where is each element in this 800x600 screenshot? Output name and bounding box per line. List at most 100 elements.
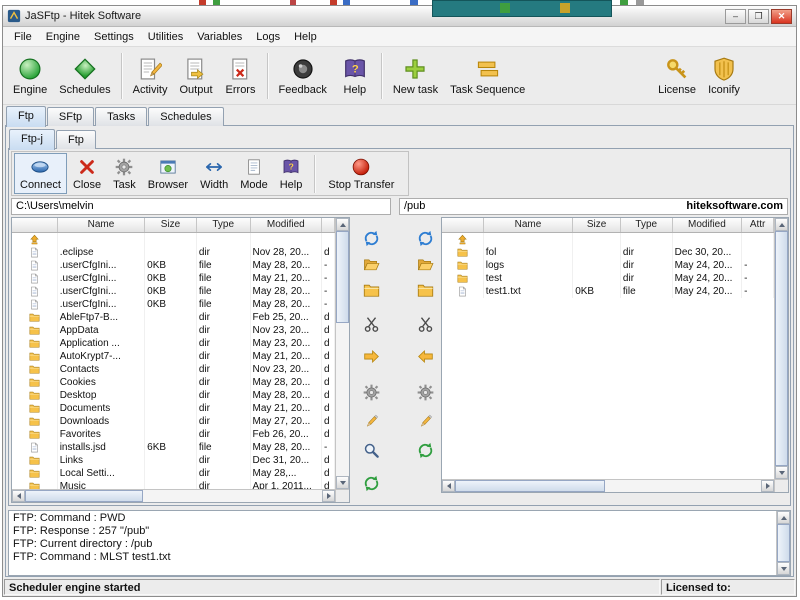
file-row[interactable]: DownloadsdirMay 27, 20...d — [12, 415, 335, 428]
file-row[interactable]: ContactsdirNov 23, 20...d — [12, 363, 335, 376]
column-header[interactable] — [12, 218, 58, 232]
menu-item-help[interactable]: Help — [287, 29, 324, 45]
tab-tasks[interactable]: Tasks — [95, 107, 147, 126]
view-button[interactable] — [360, 443, 382, 463]
menu-item-utilities[interactable]: Utilities — [141, 29, 190, 45]
file-row[interactable]: .userCfgIni...0KBfileMay 28, 20...- — [12, 298, 335, 311]
file-row[interactable]: installs.jsd6KBfileMay 28, 20...- — [12, 441, 335, 454]
connect-button[interactable]: Connect — [14, 153, 67, 194]
column-header[interactable]: Attr — [742, 218, 774, 232]
vertical-scrollbar[interactable] — [776, 511, 790, 575]
scroll-right-button[interactable] — [322, 490, 335, 502]
file-row[interactable]: MusicdirApr 1, 2011...d — [12, 480, 335, 489]
activity-button[interactable]: Activity — [127, 50, 174, 102]
column-header[interactable]: Type — [197, 218, 251, 232]
folder-open-button[interactable] — [414, 257, 436, 277]
help-button[interactable]: ?Help — [274, 153, 309, 194]
scrollbar-thumb[interactable] — [455, 480, 605, 492]
gear-button[interactable] — [414, 385, 436, 405]
file-row[interactable]: LinksdirDec 31, 20...d — [12, 454, 335, 467]
browser-button[interactable]: Browser — [142, 153, 194, 194]
parent-dir-row[interactable] — [442, 233, 774, 246]
arrow-left-button[interactable] — [414, 349, 436, 369]
scrollbar-thumb[interactable] — [25, 490, 143, 502]
menu-item-file[interactable]: File — [7, 29, 39, 45]
schedules-button[interactable]: Schedules — [53, 50, 116, 102]
tab-ftp[interactable]: Ftp — [6, 106, 46, 127]
horizontal-scrollbar[interactable] — [442, 479, 774, 492]
task-button[interactable]: Task — [107, 153, 142, 194]
task-sequence-button[interactable]: Task Sequence — [444, 50, 531, 102]
file-row[interactable]: Application ...dirMay 23, 20...d — [12, 337, 335, 350]
menu-item-engine[interactable]: Engine — [39, 29, 87, 45]
engine-button[interactable]: Engine — [7, 50, 53, 102]
feedback-button[interactable]: Feedback — [273, 50, 333, 102]
mode-button[interactable]: Mode — [234, 153, 274, 194]
tab-ftp-j[interactable]: Ftp-j — [9, 129, 55, 150]
scroll-down-button[interactable] — [777, 562, 790, 575]
folder-new-button[interactable] — [414, 283, 436, 303]
output-button[interactable]: Output — [173, 50, 218, 102]
file-row[interactable]: .userCfgIni...0KBfileMay 21, 20...- — [12, 272, 335, 285]
errors-button[interactable]: Errors — [219, 50, 263, 102]
sync-button[interactable] — [414, 231, 436, 251]
file-row[interactable]: DocumentsdirMay 21, 20...d — [12, 402, 335, 415]
scroll-down-button[interactable] — [336, 476, 349, 489]
stop-transfer-button[interactable]: Stop Transfer — [322, 153, 400, 194]
file-row[interactable]: AutoKrypt7-...dirMay 21, 20...d — [12, 350, 335, 363]
help-button[interactable]: ?Help — [333, 50, 377, 102]
sync-button[interactable] — [360, 231, 382, 251]
scrollbar-thumb[interactable] — [336, 231, 349, 323]
close-button[interactable]: Close — [67, 153, 107, 194]
file-row[interactable]: logsdirMay 24, 20...- — [442, 259, 774, 272]
file-row[interactable]: foldirDec 30, 20... — [442, 246, 774, 259]
column-header[interactable]: Name — [484, 218, 573, 232]
file-row[interactable]: FavoritesdirFeb 26, 20...d — [12, 428, 335, 441]
vertical-scrollbar[interactable] — [335, 218, 349, 489]
folder-new-button[interactable] — [360, 283, 382, 303]
remote-path-field[interactable]: /pub hiteksoftware.com — [399, 198, 788, 215]
column-header[interactable]: Size — [145, 218, 197, 232]
file-row[interactable]: testdirMay 24, 20...- — [442, 272, 774, 285]
file-row[interactable]: .eclipsedirNov 28, 20...d — [12, 246, 335, 259]
vertical-scrollbar[interactable] — [774, 218, 788, 479]
file-row[interactable]: DesktopdirMay 28, 20...d — [12, 389, 335, 402]
file-row[interactable]: CookiesdirMay 28, 20...d — [12, 376, 335, 389]
new-task-button[interactable]: New task — [387, 50, 444, 102]
file-row[interactable]: AppDatadirNov 23, 20...d — [12, 324, 335, 337]
menu-item-settings[interactable]: Settings — [87, 29, 141, 45]
file-row[interactable]: .userCfgIni...0KBfileMay 28, 20...- — [12, 259, 335, 272]
column-header[interactable]: Name — [58, 218, 145, 232]
arrow-right-button[interactable] — [360, 349, 382, 369]
tab-sftp[interactable]: SFtp — [47, 107, 94, 126]
maximize-button[interactable]: ❐ — [748, 9, 769, 24]
gear-button[interactable] — [360, 385, 382, 405]
file-row[interactable]: .userCfgIni...0KBfileMay 28, 20...- — [12, 285, 335, 298]
column-header[interactable]: Size — [573, 218, 621, 232]
menu-item-logs[interactable]: Logs — [249, 29, 287, 45]
license-button[interactable]: License — [652, 50, 702, 102]
tab-schedules[interactable]: Schedules — [148, 107, 223, 126]
local-path-field[interactable]: C:\Users\melvin — [11, 198, 391, 215]
parent-dir-row[interactable] — [12, 233, 335, 246]
column-header[interactable]: Type — [621, 218, 673, 232]
column-header[interactable] — [442, 218, 484, 232]
refresh-button[interactable] — [360, 476, 382, 496]
cut-button[interactable] — [360, 317, 382, 337]
width-button[interactable]: Width — [194, 153, 234, 194]
column-header[interactable]: Modified — [673, 218, 743, 232]
column-header[interactable]: Modified — [251, 218, 323, 232]
scroll-down-button[interactable] — [775, 466, 788, 479]
cut-button[interactable] — [414, 317, 436, 337]
tab-ftp[interactable]: Ftp — [56, 130, 96, 149]
scrollbar-thumb[interactable] — [777, 524, 790, 562]
close-button[interactable]: ✕ — [771, 9, 792, 24]
file-row[interactable]: Local Setti...dirMay 28,...d — [12, 467, 335, 480]
iconify-button[interactable]: Iconify — [702, 50, 746, 102]
menu-item-variables[interactable]: Variables — [190, 29, 249, 45]
edit-button[interactable] — [414, 414, 436, 434]
scroll-right-button[interactable] — [761, 480, 774, 492]
scrollbar-thumb[interactable] — [775, 231, 788, 466]
refresh-button[interactable] — [414, 443, 436, 463]
file-row[interactable]: AbleFtp7-B...dirFeb 25, 20...d — [12, 311, 335, 324]
